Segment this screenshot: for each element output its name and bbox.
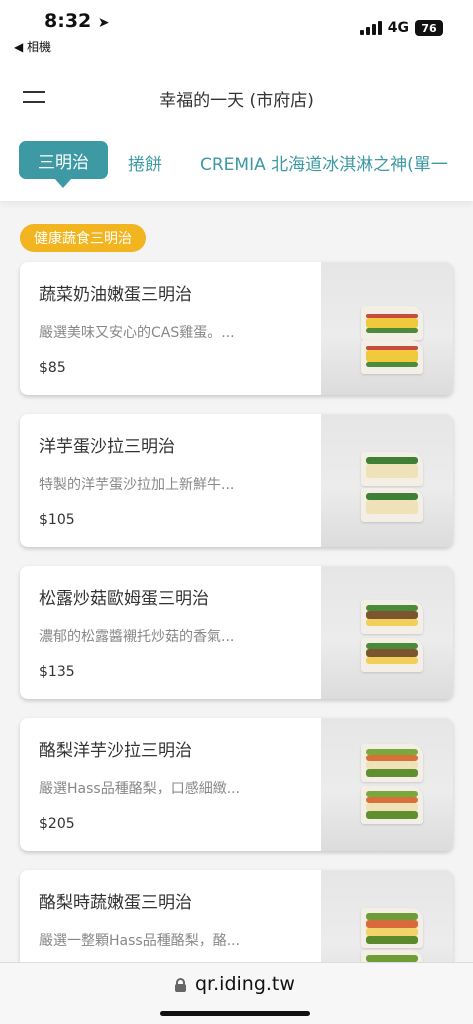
menu-item-card[interactable]: 酪梨洋芋沙拉三明治 嚴選Hass品種酪梨，口感細緻... $205 (20, 718, 453, 851)
status-indicators: 4G 76 (359, 20, 443, 36)
status-bar: 8:32 ➤ ◀ 相機 4G 76 (0, 0, 473, 60)
item-price: $135 (39, 664, 75, 680)
sandwich-image (321, 262, 453, 395)
lock-icon (175, 978, 186, 992)
network-type: 4G (387, 20, 409, 36)
home-indicator (160, 1011, 310, 1016)
menu-item-card[interactable]: 洋芋蛋沙拉三明治 特製的洋芋蛋沙拉加上新鮮牛... $105 (20, 414, 453, 547)
battery-icon: 76 (415, 20, 443, 36)
page-title: 幸福的一天 (市府店) (159, 91, 314, 111)
item-description: 嚴選Hass品種酪梨，口感細緻... (39, 781, 241, 797)
item-price: $85 (39, 360, 66, 376)
item-name: 酪梨時蔬嫩蛋三明治 (39, 893, 192, 913)
item-name: 松露炒菇歐姆蛋三明治 (39, 589, 209, 609)
item-price: $105 (39, 512, 75, 528)
tab-sandwich[interactable]: 三明治 (19, 141, 108, 188)
item-description: 特製的洋芋蛋沙拉加上新鮮牛... (39, 477, 235, 493)
location-arrow-icon: ➤ (97, 15, 110, 31)
browser-url-bar[interactable]: qr.iding.tw (0, 962, 473, 1024)
menu-item-card[interactable]: 蔬菜奶油嫩蛋三明治 嚴選美味又安心的CAS雞蛋。... $85 (20, 262, 453, 395)
app-header: 幸福的一天 (市府店) (0, 60, 473, 135)
category-tabs: 三明治 捲餅 CREMIA 北海道冰淇淋之神(單一 (0, 135, 473, 201)
item-description: 濃郁的松露醬襯托炒菇的香氣... (39, 629, 235, 645)
item-price: $205 (39, 816, 75, 832)
sandwich-image (321, 718, 453, 851)
back-to-camera-link[interactable]: ◀ 相機 (14, 38, 51, 55)
item-description: 嚴選美味又安心的CAS雞蛋。... (39, 325, 235, 341)
item-name: 蔬菜奶油嫩蛋三明治 (39, 285, 192, 305)
status-time: 8:32 ➤ (44, 10, 110, 32)
tab-cremia[interactable]: CREMIA 北海道冰淇淋之神(單一 (200, 150, 448, 175)
url-text[interactable]: qr.iding.tw (195, 973, 295, 995)
sandwich-image (321, 566, 453, 699)
menu-item-card[interactable]: 松露炒菇歐姆蛋三明治 濃郁的松露醬襯托炒菇的香氣... $135 (20, 566, 453, 699)
tab-wrap[interactable]: 捲餅 (128, 150, 162, 175)
category-badge: 健康蔬食三明治 (20, 224, 146, 252)
signal-icon (359, 21, 382, 35)
item-name: 洋芋蛋沙拉三明治 (39, 437, 175, 457)
item-description: 嚴選一整顆Hass品種酪梨，酪... (39, 933, 241, 949)
sandwich-image (321, 414, 453, 547)
item-name: 酪梨洋芋沙拉三明治 (39, 741, 192, 761)
